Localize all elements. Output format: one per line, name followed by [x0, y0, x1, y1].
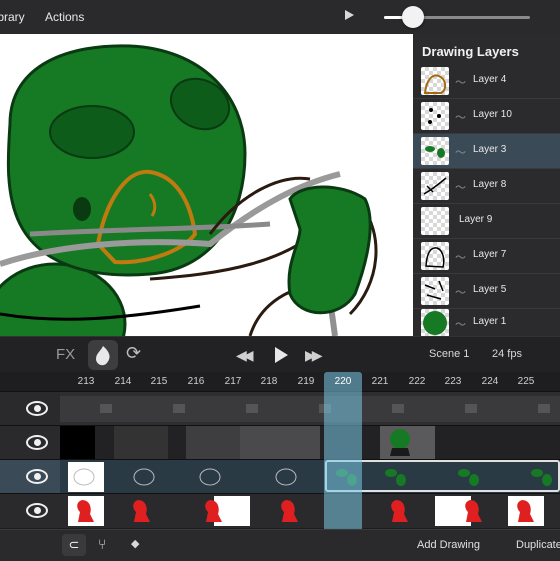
fast-forward-icon[interactable]: ▶▶: [305, 347, 322, 364]
frame-number: 225: [517, 376, 535, 387]
layer-row-selected[interactable]: 〜 Layer 3: [413, 134, 560, 169]
playback-controls-bar: FX ⟳ ◀◀ ▶▶ Scene 1 24 fps: [0, 336, 560, 373]
track-visibility-cell: [0, 460, 60, 494]
layer-row[interactable]: 〜 Layer 5: [413, 274, 560, 309]
onion-skin-button[interactable]: [88, 340, 118, 370]
eye-icon[interactable]: [26, 503, 48, 518]
layer-name: Layer 4: [473, 74, 507, 85]
layer-name: Layer 7: [473, 249, 507, 260]
frame-number: 215: [150, 376, 168, 387]
playhead[interactable]: [324, 372, 362, 529]
frame-number: 223: [444, 376, 462, 387]
frame-cell: [60, 426, 95, 460]
camera-keys: [60, 396, 560, 422]
frame-cell: [380, 426, 435, 460]
layer-name: Layer 8: [473, 179, 507, 190]
layer-row[interactable]: 〜 Layer 7: [413, 239, 560, 274]
blend-wave-icon: 〜: [455, 182, 466, 194]
frame-cell: [240, 426, 320, 460]
frame-number: 224: [481, 376, 499, 387]
frame-cell: [186, 426, 240, 460]
layer-row[interactable]: Layer 9: [413, 204, 560, 239]
layer-name: Layer 5: [473, 284, 507, 295]
layer-thumbnail: [421, 309, 449, 337]
keyframe-diamond-icon[interactable]: ◆: [131, 537, 139, 550]
layer-thumbnail: [421, 277, 449, 305]
add-drawing-button[interactable]: Add Drawing: [417, 539, 480, 551]
track-visibility-cell: [0, 392, 60, 426]
frame-number: 214: [114, 376, 132, 387]
current-frame-number: 220: [334, 376, 352, 387]
blend-wave-icon: 〜: [455, 77, 466, 89]
actions-menu[interactable]: Actions: [45, 10, 84, 24]
track-visibility-cell: [0, 494, 60, 528]
eye-icon[interactable]: [26, 435, 48, 450]
branch-icon[interactable]: ⑂: [98, 536, 106, 552]
track-visibility-cell: [0, 426, 60, 460]
frame-number: 222: [408, 376, 426, 387]
camera-track[interactable]: [0, 391, 560, 426]
fps-label[interactable]: 24 fps: [492, 348, 522, 360]
frame-ruler[interactable]: 213 214 215 216 217 218 219 221 222 223 …: [0, 372, 560, 392]
layer-row[interactable]: 〜 Layer 4: [413, 64, 560, 99]
layer-thumbnail: [421, 242, 449, 270]
frame-number: 218: [260, 376, 278, 387]
layer-name: Layer 3: [473, 144, 507, 155]
duck-drawing: [0, 44, 378, 336]
layer-name: Layer 1: [473, 316, 507, 327]
blend-wave-icon: 〜: [455, 147, 466, 159]
onion-icon: [96, 346, 110, 366]
layer-name: Layer 10: [473, 109, 512, 120]
active-drawing-track[interactable]: [0, 459, 560, 494]
layer-thumbnail: [421, 172, 449, 200]
frame-thumbnails: [77, 500, 534, 522]
character-track[interactable]: [0, 493, 560, 528]
blend-wave-icon: 〜: [455, 112, 466, 124]
top-toolbar: Library Actions: [0, 0, 560, 34]
blend-wave-icon: 〜: [455, 319, 466, 331]
layer-thumbnail: [421, 137, 449, 165]
frame-cell: [114, 426, 168, 460]
layer-row[interactable]: 〜 Layer 8: [413, 169, 560, 204]
frame-number: 219: [297, 376, 315, 387]
frame-number: 221: [371, 376, 389, 387]
blend-wave-icon: 〜: [455, 287, 466, 299]
frame-number: 213: [77, 376, 95, 387]
drawing-layers-panel: Drawing Layers 〜 Layer 4 〜 Layer 10 〜 La…: [413, 34, 560, 341]
scene-label[interactable]: Scene 1: [429, 348, 469, 360]
blend-wave-icon: 〜: [455, 252, 466, 264]
play-icon[interactable]: [345, 10, 354, 20]
magnet-icon[interactable]: ⊂: [62, 534, 86, 556]
layer-thumbnail: [421, 102, 449, 130]
zoom-slider-knob[interactable]: [402, 6, 425, 28]
layer-name: Layer 9: [459, 214, 493, 225]
layer-thumbnail: [421, 67, 449, 95]
fx-button[interactable]: FX: [56, 346, 75, 363]
rewind-icon[interactable]: ◀◀: [236, 347, 253, 364]
play-icon[interactable]: [275, 347, 288, 363]
bottom-toolbar: ⊂ ⑂ ◆ Add Drawing Duplicate: [0, 529, 560, 561]
layers-panel-title: Drawing Layers: [422, 44, 519, 59]
library-menu[interactable]: Library: [0, 10, 25, 24]
drawing-canvas[interactable]: [0, 34, 413, 336]
duplicate-button[interactable]: Duplicate: [516, 539, 560, 551]
layer-thumbnail: [421, 207, 449, 235]
background-track[interactable]: [0, 425, 560, 460]
frame-thumbnails: [73, 468, 552, 486]
layer-row[interactable]: 〜 Layer 10: [413, 99, 560, 134]
frame-number: 216: [187, 376, 205, 387]
loop-icon[interactable]: ⟳: [126, 343, 141, 364]
eye-icon[interactable]: [26, 401, 48, 416]
frame-number: 217: [224, 376, 242, 387]
eye-icon[interactable]: [26, 469, 48, 484]
